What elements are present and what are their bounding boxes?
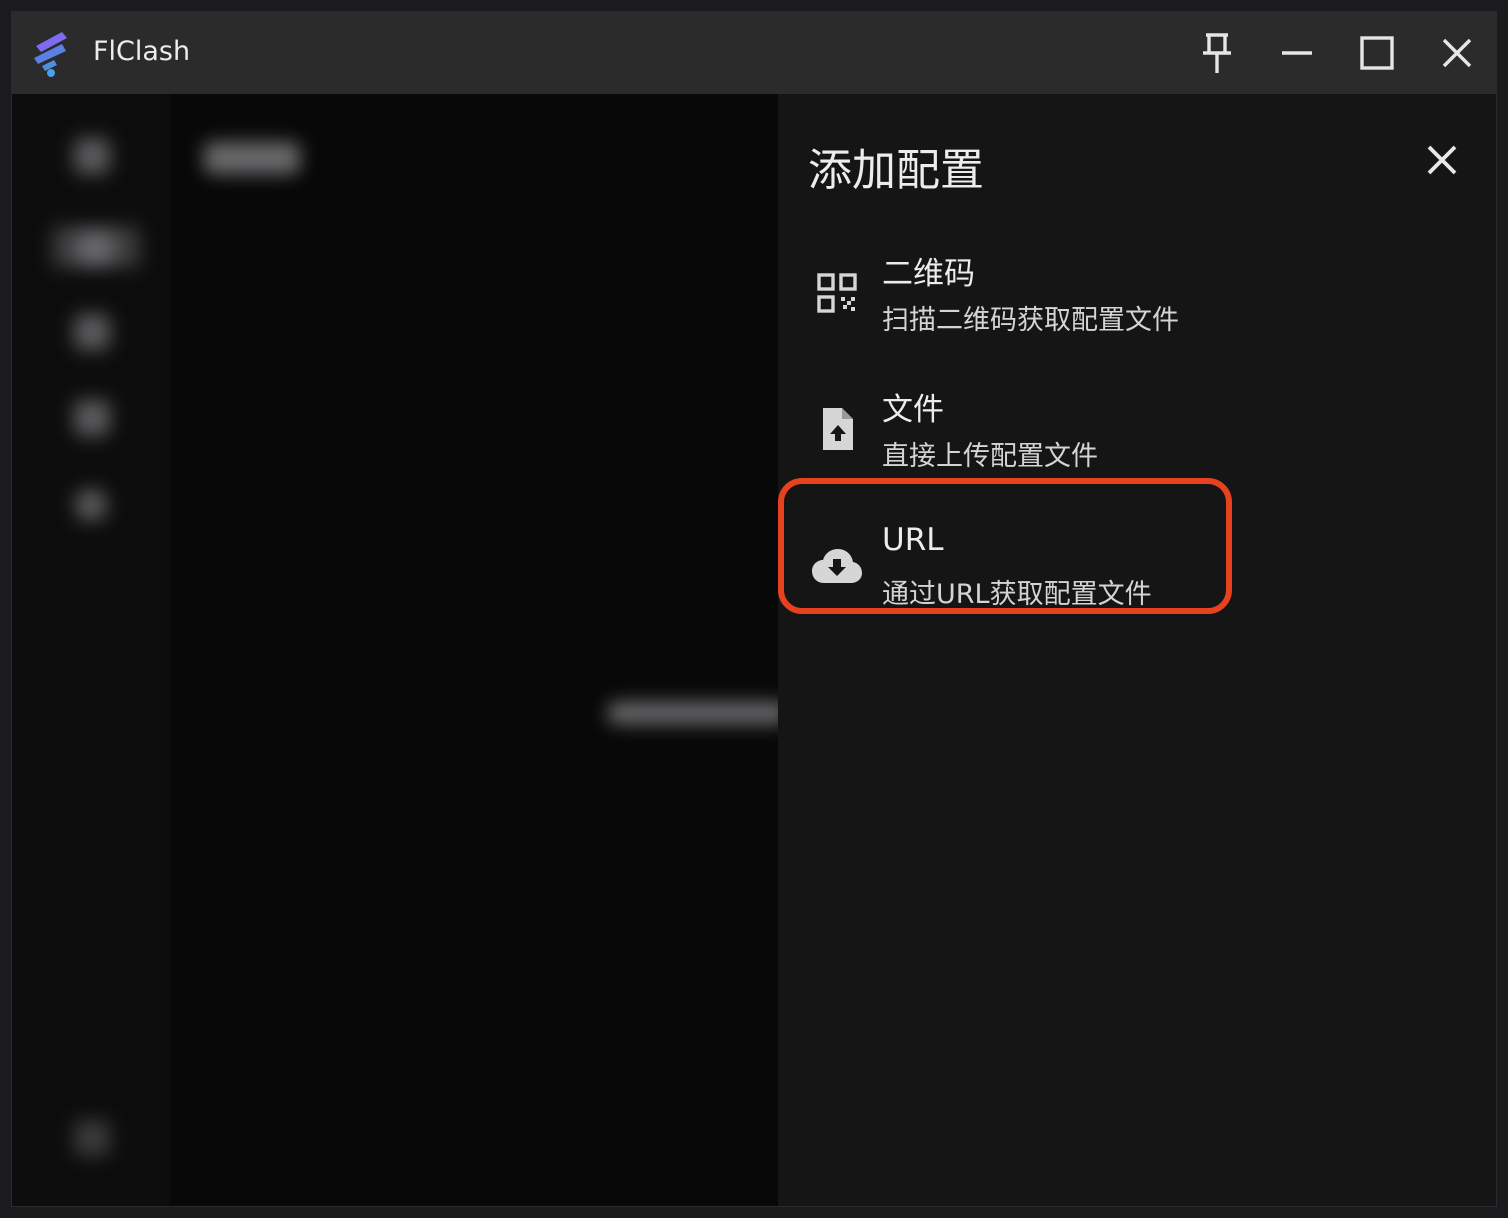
add-config-drawer: 添加配置 二维码 扫描二维码获取配置文件 文件 直接上传配置文件 URL 通过U… xyxy=(778,94,1496,1206)
option-subtitle: 扫描二维码获取配置文件 xyxy=(882,305,1179,336)
minimize-button[interactable] xyxy=(1272,29,1322,77)
file-option[interactable]: 文件 直接上传配置文件 xyxy=(798,368,1218,488)
app-logo-icon xyxy=(34,32,67,77)
drawer-title: 添加配置 xyxy=(808,145,984,196)
qr-code-icon xyxy=(812,268,862,318)
file-upload-icon xyxy=(812,404,862,454)
page-title xyxy=(204,142,300,174)
app-title: FlClash xyxy=(93,36,191,67)
cloud-download-icon xyxy=(812,542,862,592)
maximize-icon xyxy=(1360,36,1394,70)
nav-item-icon xyxy=(76,234,114,262)
nav-item-icon xyxy=(74,400,110,436)
drawer-close-button[interactable] xyxy=(1418,140,1466,180)
window-close-button[interactable] xyxy=(1432,29,1482,77)
app-window: FlClash 添加配置 二维码 扫描二维码获取配置文件 文件 直接上传配置文件… xyxy=(12,12,1496,1206)
option-title: URL xyxy=(882,522,944,558)
pin-button[interactable] xyxy=(1192,29,1242,77)
title-bar[interactable]: FlClash xyxy=(12,12,1496,94)
option-title: 文件 xyxy=(882,392,944,428)
url-option[interactable]: URL 通过URL获取配置文件 xyxy=(798,506,1218,626)
nav-item-icon xyxy=(74,1120,110,1156)
main-content xyxy=(170,94,778,1206)
option-subtitle: 直接上传配置文件 xyxy=(882,441,1098,472)
nav-item-icon xyxy=(74,314,110,350)
pin-icon xyxy=(1203,33,1231,73)
minimize-icon xyxy=(1282,51,1312,55)
blurred-background-app xyxy=(12,94,778,1206)
option-subtitle: 通过URL获取配置文件 xyxy=(882,579,1152,610)
nav-item-icon xyxy=(74,138,110,174)
maximize-button[interactable] xyxy=(1352,29,1402,77)
qr-code-option[interactable]: 二维码 扫描二维码获取配置文件 xyxy=(798,232,1218,352)
close-icon xyxy=(1427,145,1457,175)
empty-state-text xyxy=(608,702,778,724)
navigation-rail xyxy=(12,94,170,1206)
option-title: 二维码 xyxy=(882,256,975,292)
close-icon xyxy=(1442,38,1472,68)
nav-item-icon xyxy=(76,490,106,520)
